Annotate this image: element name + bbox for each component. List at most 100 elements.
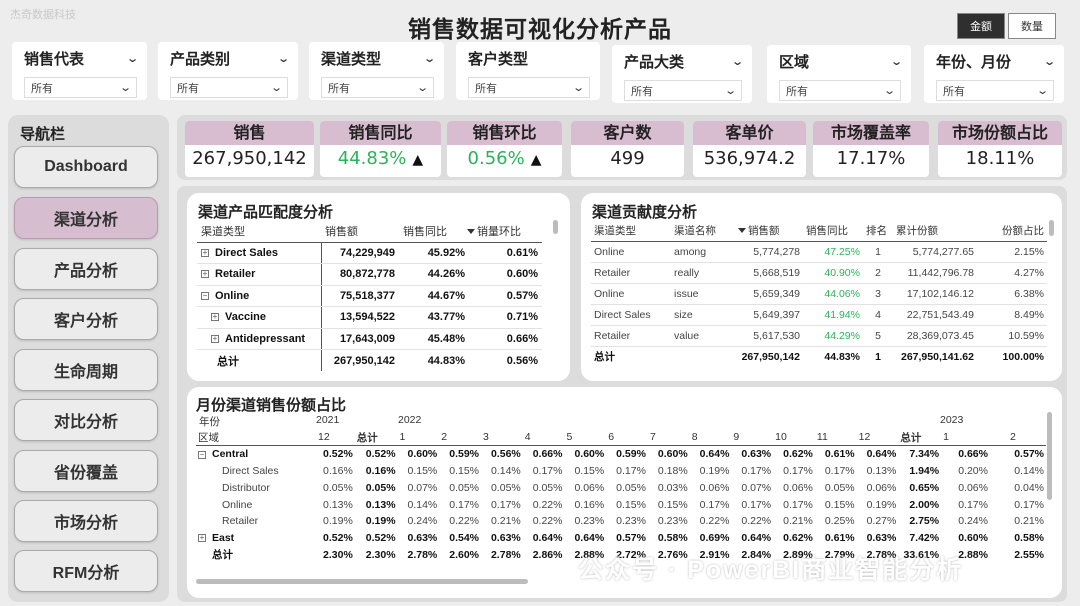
region-row[interactable]: + East 0.52% 0.52% 0.63% 0.54% 0.63% 0.64% 0.64%… [196,530,1046,547]
nav-province-coverage[interactable]: 省份覆盖 [14,450,158,492]
cell: 1 [863,345,893,367]
filter-label: 渠道类型 [321,51,382,68]
nav-lifecycle[interactable]: 生命周期 [14,349,158,391]
table-row[interactable]: − Online 75,518,377 44.67% 0.57% [197,285,542,307]
col-header[interactable]: 销量环比 [467,220,542,243]
col-header[interactable]: 12 [856,429,899,447]
channel-row[interactable]: Distributor 0.05% 0.05% 0.07% 0.05% 0.05% 0.05… [196,479,1046,496]
col-header[interactable]: 10 [773,429,815,447]
chevron-down-icon[interactable]: ⌄ [890,55,903,68]
col-header[interactable]: 总计 [354,429,398,447]
filter-select[interactable]: 所有 ⌄ [936,80,1054,101]
expand-icon[interactable]: + [211,334,219,343]
filter-product-major[interactable]: 产品大类 ⌄ 所有 ⌄ [612,45,752,103]
chevron-down-icon[interactable]: ⌄ [423,52,436,65]
filter-select[interactable]: 所有 ⌄ [468,77,590,98]
nav-market-analysis[interactable]: 市场分析 [14,500,158,542]
table-row[interactable]: + Antidepressant 17,643,009 45.48% 0.66% [197,328,542,350]
filter-year-month[interactable]: 年份、月份 ⌄ 所有 ⌄ [924,45,1064,103]
col-header[interactable]: 8 [689,429,732,447]
collapse-icon[interactable]: − [198,450,206,459]
cell: 47.25% [803,241,863,263]
row-label-text: Online [222,498,253,511]
region-row[interactable]: − Central 0.52% 0.52% 0.60% 0.59% 0.56% 0.66% 0.… [196,446,1046,463]
filter-select[interactable]: 所有 ⌄ [321,77,434,98]
col-header[interactable]: 1 [397,429,440,447]
chevron-down-icon[interactable]: ⌄ [731,55,744,68]
cell: 0.05% [323,481,353,494]
filter-product-category[interactable]: 产品类别 ⌄ 所有 ⌄ [158,42,298,100]
col-header[interactable]: 销售同比 [399,220,469,243]
nav-dashboard[interactable]: Dashboard [14,146,158,188]
cell: 0.17% [783,498,813,511]
table-row[interactable]: + Vaccine 13,594,522 43.77% 0.71% [197,306,542,329]
col-header[interactable]: 3 [481,429,523,447]
col-header[interactable]: 销售额 [735,220,803,242]
chevron-down-icon[interactable]: ⌄ [1043,55,1056,68]
col-header[interactable]: 9 [731,429,774,447]
col-header[interactable]: 总计 [898,429,942,447]
collapse-icon[interactable]: − [201,291,209,300]
col-header[interactable]: 渠道类型 [197,220,321,243]
vertical-scrollbar[interactable] [1047,412,1052,500]
filter-sales-rep[interactable]: 销售代表 ⌄ 所有 ⌄ [12,42,147,100]
col-header[interactable]: 累计份额 [893,220,977,242]
filter-select[interactable]: 所有 ⌄ [624,80,742,101]
table-row[interactable]: Direct Sales size 5,649,397 41.94% 4 22,… [591,304,1047,326]
filter-select[interactable]: 所有 ⌄ [170,77,288,98]
nav-product-analysis[interactable]: 产品分析 [14,248,158,290]
col-header[interactable]: 份额占比 [977,220,1047,242]
kpi-value: 17.17% [836,148,906,169]
col-header[interactable]: 11 [814,429,857,447]
col-header[interactable]: 2 [989,429,1046,447]
kpi-sales: 销售 267,950,142 [185,121,314,177]
col-header[interactable]: 渠道类型 [591,220,671,242]
channel-row[interactable]: Direct Sales 0.16% 0.16% 0.15% 0.15% 0.14% 0.1… [196,463,1046,480]
filter-channel-type[interactable]: 渠道类型 ⌄ 所有 ⌄ [309,42,444,100]
nav-channel-analysis[interactable]: 渠道分析 [14,197,158,239]
col-header[interactable]: 4 [522,429,565,447]
expand-icon[interactable]: + [201,248,209,257]
quantity-toggle-button[interactable]: 数量 [1008,13,1056,39]
filter-value: 所有 [177,82,199,95]
cell: 0.59% [616,448,646,461]
table-row[interactable]: Retailer value 5,617,530 44.29% 5 28,369… [591,325,1047,347]
filter-select[interactable]: 所有 ⌄ [779,80,901,101]
cell: 0.64% [574,532,605,545]
nav-rfm-analysis[interactable]: RFM分析 [14,550,158,592]
col-header[interactable]: 6 [606,429,648,447]
channel-row[interactable]: Online 0.13% 0.13% 0.14% 0.17% 0.17% 0.22% 0.16… [196,496,1046,513]
table-row[interactable]: Retailer really 5,668,519 40.90% 2 11,44… [591,262,1047,284]
col-header[interactable]: 1 [941,429,990,447]
scrollbar[interactable] [553,220,558,234]
nav-comparison[interactable]: 对比分析 [14,399,158,441]
kpi-value: 44.83% [337,148,407,169]
col-header[interactable]: 12 [312,429,355,447]
filter-customer-type[interactable]: 客户类型 所有 ⌄ [456,42,600,100]
table-row[interactable]: Online among 5,774,278 47.25% 1 5,774,27… [591,241,1047,263]
filter-select[interactable]: 所有 ⌄ [24,77,137,98]
col-header[interactable]: 销售额 [321,220,399,243]
chevron-down-icon[interactable]: ⌄ [277,52,290,65]
col-header[interactable]: 销售同比 [803,220,863,242]
scrollbar[interactable] [1049,220,1054,236]
channel-row[interactable]: Retailer 0.19% 0.19% 0.24% 0.22% 0.21% 0.22% 0.… [196,513,1046,530]
cell: 0.05% [449,481,480,494]
col-header[interactable]: 排名 [863,220,893,242]
amount-toggle-button[interactable]: 金额 [957,13,1005,39]
table-row[interactable]: + Retailer 80,872,778 44.26% 0.60% [197,263,542,286]
col-header[interactable]: 渠道名称 [671,220,735,242]
table-row[interactable]: Online issue 5,659,349 44.06% 3 17,102,1… [591,283,1047,305]
col-header[interactable]: 7 [647,429,690,447]
col-header[interactable]: 5 [564,429,607,447]
horizontal-scrollbar[interactable] [196,579,528,584]
chevron-down-icon[interactable]: ⌄ [126,52,139,65]
expand-icon[interactable]: + [198,534,206,543]
nav-customer-analysis[interactable]: 客户分析 [14,298,158,340]
table-row[interactable]: + Direct Sales 74,229,949 45.92% 0.61% [197,242,542,264]
expand-icon[interactable]: + [201,270,209,279]
filter-region[interactable]: 区域 ⌄ 所有 ⌄ [767,45,911,103]
expand-icon[interactable]: + [211,313,219,322]
cell: 0.15% [616,498,646,511]
col-header[interactable]: 2 [439,429,482,447]
